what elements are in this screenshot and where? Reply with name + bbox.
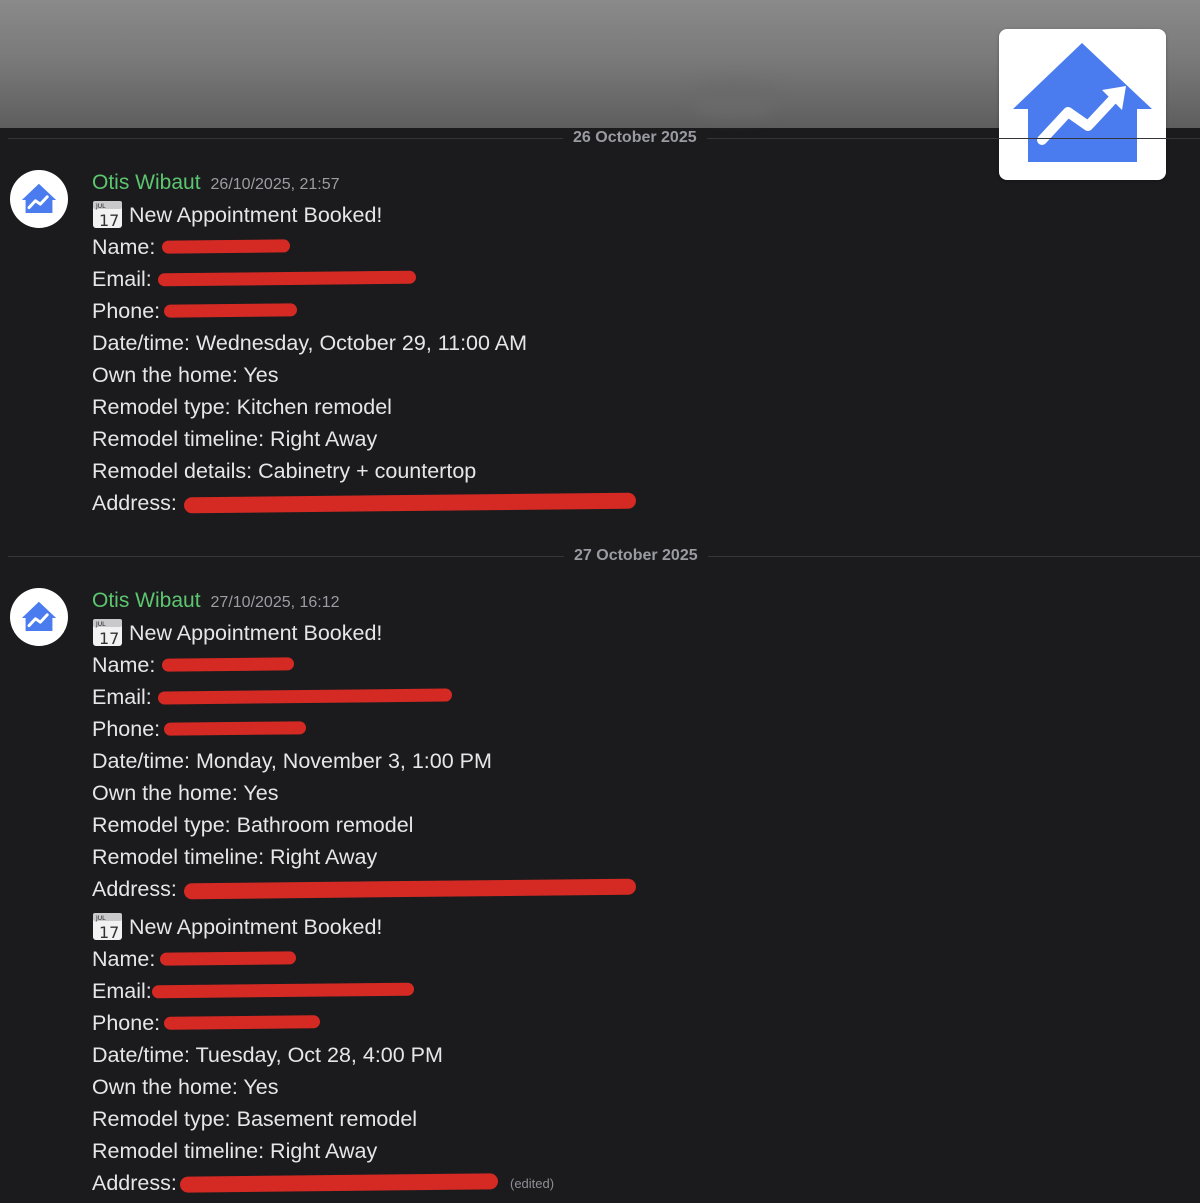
address-label: Address:: [92, 491, 177, 515]
svg-text:JUL: JUL: [95, 203, 106, 210]
email-label: Email:: [92, 267, 152, 291]
redaction-mark: [161, 657, 295, 672]
timestamp: 26/10/2025, 21:57: [210, 176, 340, 193]
redaction-mark: [151, 982, 415, 999]
message-header: Otis Wibaut 27/10/2025, 16:12: [92, 589, 340, 613]
remodel-timeline-line: Remodel timeline: Right Away: [92, 427, 378, 451]
email-line: Email:: [92, 681, 492, 713]
phone-line: Phone:: [92, 1007, 492, 1039]
name-label: Name:: [92, 947, 156, 971]
redaction-mark: [157, 270, 417, 287]
svg-text:JUL: JUL: [95, 621, 106, 628]
own-home-line: Own the home: Yes: [92, 781, 279, 805]
address-label: Address:: [92, 877, 177, 901]
redaction-mark: [183, 492, 637, 514]
svg-text:17: 17: [99, 629, 119, 647]
remodel-timeline-line: Remodel timeline: Right Away: [92, 845, 378, 869]
appointment-title: JUL 17 New Appointment Booked!: [92, 617, 492, 649]
edited-indicator: (edited): [510, 1176, 555, 1191]
avatar[interactable]: [10, 588, 68, 646]
appointment-title: JUL 17 New Appointment Booked!: [92, 911, 492, 943]
email-line: Email:: [92, 263, 527, 295]
address-line: Address:: [92, 873, 637, 905]
name-line: Name:: [92, 943, 492, 975]
redaction-mark: [163, 721, 307, 736]
banner-blur: [690, 85, 780, 115]
redaction-mark: [179, 1173, 499, 1193]
remodel-type-line: Remodel type: Basement remodel: [92, 1107, 418, 1131]
title-text: New Appointment Booked!: [129, 621, 383, 645]
name-line: Name:: [92, 231, 527, 263]
house-chart-avatar-icon: [21, 183, 57, 214]
redaction-mark: [159, 951, 297, 966]
name-label: Name:: [92, 235, 156, 259]
phone-line: Phone:: [92, 713, 492, 745]
app-logo: [999, 29, 1166, 180]
calendar-icon: JUL 17: [93, 913, 122, 941]
redaction-mark: [161, 239, 291, 254]
redaction-mark: [163, 1015, 321, 1030]
address-label: Address:: [92, 1171, 177, 1195]
phone-label: Phone:: [92, 717, 161, 741]
author-name[interactable]: Otis Wibaut: [92, 171, 201, 194]
redaction-mark: [157, 688, 453, 705]
message-body: JUL 17 New Appointment Booked! Name: Ema…: [92, 199, 637, 519]
phone-label: Phone:: [92, 299, 161, 323]
remodel-timeline-line: Remodel timeline: Right Away: [92, 1139, 378, 1163]
remodel-details-line: Remodel details: Cabinetry + countertop: [92, 459, 477, 483]
date-divider-label: 26 October 2025: [563, 129, 707, 147]
name-label: Name:: [92, 653, 156, 677]
house-chart-avatar-icon: [21, 601, 57, 632]
redaction-mark: [183, 878, 637, 900]
remodel-type-line: Remodel type: Kitchen remodel: [92, 395, 392, 419]
phone-label: Phone:: [92, 1011, 161, 1035]
author-name[interactable]: Otis Wibaut: [92, 589, 201, 612]
email-label: Email:: [92, 685, 152, 709]
message-header: Otis Wibaut 26/10/2025, 21:57: [92, 171, 340, 195]
address-line: Address: (edited): [92, 1167, 554, 1199]
title-text: New Appointment Booked!: [129, 915, 383, 939]
appointment-title: JUL 17 New Appointment Booked!: [92, 199, 527, 231]
svg-text:17: 17: [99, 923, 119, 941]
calendar-icon: JUL 17: [93, 201, 122, 229]
house-chart-logo-icon: [1013, 43, 1152, 162]
own-home-line: Own the home: Yes: [92, 363, 279, 387]
date-divider-label: 27 October 2025: [564, 547, 708, 565]
message-body: JUL 17 New Appointment Booked! Name: Ema…: [92, 617, 637, 1199]
redaction-mark: [163, 303, 298, 318]
address-line: Address:: [92, 487, 637, 519]
remodel-type-line: Remodel type: Bathroom remodel: [92, 813, 414, 837]
calendar-icon: JUL 17: [93, 619, 122, 647]
phone-line: Phone:: [92, 295, 527, 327]
datetime-line: Date/time: Tuesday, Oct 28, 4:00 PM: [92, 1043, 443, 1067]
datetime-line: Date/time: Monday, November 3, 1:00 PM: [92, 749, 492, 773]
svg-text:JUL: JUL: [95, 915, 106, 922]
own-home-line: Own the home: Yes: [92, 1075, 279, 1099]
email-label: Email:: [92, 979, 152, 1003]
title-text: New Appointment Booked!: [129, 203, 383, 227]
avatar[interactable]: [10, 170, 68, 228]
svg-text:17: 17: [99, 211, 119, 229]
timestamp: 27/10/2025, 16:12: [210, 594, 340, 611]
datetime-line: Date/time: Wednesday, October 29, 11:00 …: [92, 331, 528, 355]
email-line: Email:: [92, 975, 492, 1007]
name-line: Name:: [92, 649, 492, 681]
